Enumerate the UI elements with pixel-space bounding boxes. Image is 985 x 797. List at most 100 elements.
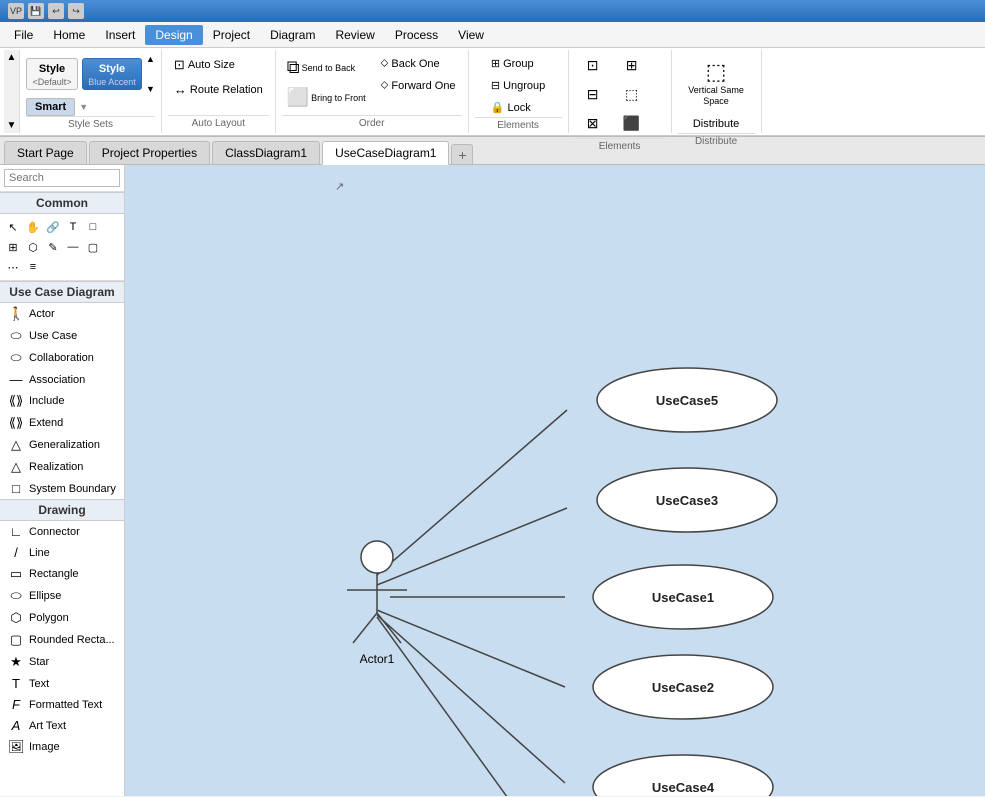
menu-review[interactable]: Review — [325, 25, 384, 45]
undo-icon[interactable]: ↩ — [48, 3, 64, 19]
route-relation-icon: ↔ — [174, 82, 187, 97]
forward-one-btn[interactable]: ⬦ Forward One — [375, 76, 462, 95]
sidebar-search-input[interactable] — [4, 169, 120, 187]
sidebar-item-art-text-label: Art Text — [29, 720, 66, 732]
menu-design[interactable]: Design — [145, 25, 202, 45]
ribbon: ▲ ▼ Style <Default> Style Blue Accent ▲ — [0, 48, 985, 137]
tool-line[interactable]: — — [64, 238, 82, 256]
sidebar-item-connector-label: Connector — [29, 526, 80, 538]
style-default-btn[interactable]: Style <Default> — [26, 58, 78, 90]
menu-bar: File Home Insert Design Project Diagram … — [0, 22, 985, 48]
sidebar-item-extend[interactable]: ⟪⟫ Extend — [0, 412, 124, 434]
save-icon[interactable]: 💾 — [28, 3, 44, 19]
vertical-same-space-btn[interactable]: ⬚ Vertical SameSpace — [679, 54, 753, 112]
realization-icon: △ — [8, 459, 24, 475]
auto-size-btn[interactable]: ⊡ Auto Size — [168, 54, 241, 76]
tool-more[interactable]: ≡ — [24, 258, 42, 276]
align-left-btn[interactable]: ⊡ — [575, 54, 611, 80]
route-relation-btn[interactable]: ↔ Route Relation — [168, 79, 269, 100]
ribbon-group-alignment: ⊡ ⊞ ⊟ ⬚ ⊠ ⬛ Elements — [569, 50, 672, 133]
menu-home[interactable]: Home — [43, 25, 95, 45]
ribbon-scroll-down[interactable]: ▼ — [7, 120, 17, 131]
menu-diagram[interactable]: Diagram — [260, 25, 325, 45]
menu-view[interactable]: View — [448, 25, 494, 45]
bring-to-front-btn[interactable]: ⬜ Bring to Front — [282, 84, 371, 111]
sidebar-item-rectangle[interactable]: ▭ Rectangle — [0, 563, 124, 585]
tool-edit[interactable]: ✎ — [44, 238, 62, 256]
tool-border[interactable]: ▢ — [84, 238, 102, 256]
sidebar-item-connector[interactable]: ∟ Connector — [0, 521, 124, 542]
tool-hand[interactable]: ✋ — [24, 218, 42, 236]
menu-process[interactable]: Process — [385, 25, 448, 45]
include-icon: ⟪⟫ — [8, 393, 24, 409]
connector-icon: ∟ — [8, 524, 24, 539]
ungroup-btn[interactable]: ⊟ Ungroup — [485, 76, 551, 95]
sidebar-item-realization[interactable]: △ Realization — [0, 456, 124, 478]
sidebar-item-actor[interactable]: 🚶 Actor — [0, 303, 124, 325]
alignment-content: ⊡ ⊞ ⊟ ⬚ ⊠ ⬛ — [575, 54, 665, 138]
sidebar-item-rounded-rect[interactable]: ▢ Rounded Recta... — [0, 629, 124, 651]
tab-usecase-diagram1[interactable]: UseCaseDiagram1 — [322, 141, 449, 165]
diagram-svg: ↗ Actor1 — [125, 165, 985, 796]
send-to-back-label: Send to Back — [302, 63, 356, 73]
group-btn[interactable]: ⊞ Group — [485, 54, 540, 73]
smart-btn[interactable]: Smart — [26, 98, 75, 116]
style-default-label: Style — [33, 61, 71, 77]
sidebar-item-collaboration[interactable]: ⬭ Collaboration — [0, 347, 124, 369]
sidebar-item-art-text[interactable]: A Art Text — [0, 715, 124, 736]
sidebar-item-ellipse[interactable]: ⬭ Ellipse — [0, 585, 124, 607]
align-center-btn[interactable]: ⊞ — [614, 54, 650, 80]
sidebar-item-association[interactable]: — Association — [0, 369, 124, 390]
sidebar-item-usecase-label: Use Case — [29, 330, 77, 342]
tool-text[interactable]: T — [64, 218, 82, 236]
redo-icon[interactable]: ↪ — [68, 3, 84, 19]
menu-project[interactable]: Project — [203, 25, 260, 45]
sidebar-item-generalization[interactable]: △ Generalization — [0, 434, 124, 456]
rounded-rect-icon: ▢ — [8, 632, 24, 648]
sidebar-drawing-label: Drawing — [0, 499, 124, 521]
tool-link[interactable]: 🔗 — [44, 218, 62, 236]
ribbon-group-order: ⧉ Send to Back ⬜ Bring to Front ⬦ Back O… — [276, 50, 469, 133]
style-scroll[interactable]: ▲ ▼ — [146, 54, 155, 94]
sidebar-item-line[interactable]: / Line — [0, 542, 124, 563]
tool-table[interactable]: ⊞ — [4, 238, 22, 256]
sidebar-item-usecase[interactable]: ⬭ Use Case — [0, 325, 124, 347]
back-one-btn[interactable]: ⬦ Back One — [375, 54, 462, 73]
tool-shape[interactable]: ⬡ — [24, 238, 42, 256]
align-right-btn[interactable]: ⊟ — [575, 83, 611, 109]
tab-start-page[interactable]: Start Page — [4, 141, 87, 164]
style-sets-label: Style Sets — [26, 116, 155, 130]
menu-insert[interactable]: Insert — [95, 25, 145, 45]
main-area: Common ↖ ✋ 🔗 T □ ⊞ ⬡ ✎ — ▢ ⋯ ≡ Use Case … — [0, 165, 985, 796]
tab-add-btn[interactable]: + — [451, 144, 473, 164]
sidebar-item-text[interactable]: T Text — [0, 673, 124, 694]
tool-note[interactable]: □ — [84, 218, 102, 236]
tab-class-diagram1[interactable]: ClassDiagram1 — [212, 141, 320, 164]
usecase-icon: ⬭ — [8, 328, 24, 344]
sidebar-item-system-boundary[interactable]: □ System Boundary — [0, 478, 124, 499]
tool-select[interactable]: ↖ — [4, 218, 22, 236]
actor-head[interactable] — [361, 541, 393, 573]
menu-file[interactable]: File — [4, 25, 43, 45]
style-blue-btn[interactable]: Style Blue Accent — [82, 58, 142, 90]
sidebar-item-formatted-text[interactable]: F Formatted Text — [0, 694, 124, 715]
distribute-btn[interactable]: Distribute — [684, 115, 748, 133]
style-sets-dropdown[interactable]: ▼ — [79, 102, 88, 112]
sidebar-item-image[interactable]: 🖼 Image — [0, 736, 124, 758]
ribbon-scroll-up[interactable]: ▲ — [7, 52, 17, 63]
sidebar-item-star[interactable]: ★ Star — [0, 651, 124, 673]
title-bar-icons: VP 💾 ↩ ↪ — [8, 3, 84, 19]
send-to-back-btn[interactable]: ⧉ Send to Back — [282, 54, 371, 81]
distribute-label: Distribute — [693, 118, 739, 130]
align-top-btn[interactable]: ⬚ — [614, 83, 650, 109]
align-bottom-btn[interactable]: ⬛ — [614, 112, 650, 138]
horizontal-same-space-btn[interactable]: ⊠ — [575, 112, 611, 138]
auto-layout-content: ⊡ Auto Size ↔ Route Relation — [168, 54, 269, 115]
sidebar-item-include[interactable]: ⟪⟫ Include — [0, 390, 124, 412]
tool-dashed[interactable]: ⋯ — [4, 258, 22, 276]
sidebar-item-polygon[interactable]: ⬡ Polygon — [0, 607, 124, 629]
tab-project-properties[interactable]: Project Properties — [89, 141, 210, 164]
generalization-icon: △ — [8, 437, 24, 453]
canvas[interactable]: ↗ Actor1 — [125, 165, 985, 796]
lock-btn[interactable]: 🔒 Lock — [485, 98, 537, 117]
